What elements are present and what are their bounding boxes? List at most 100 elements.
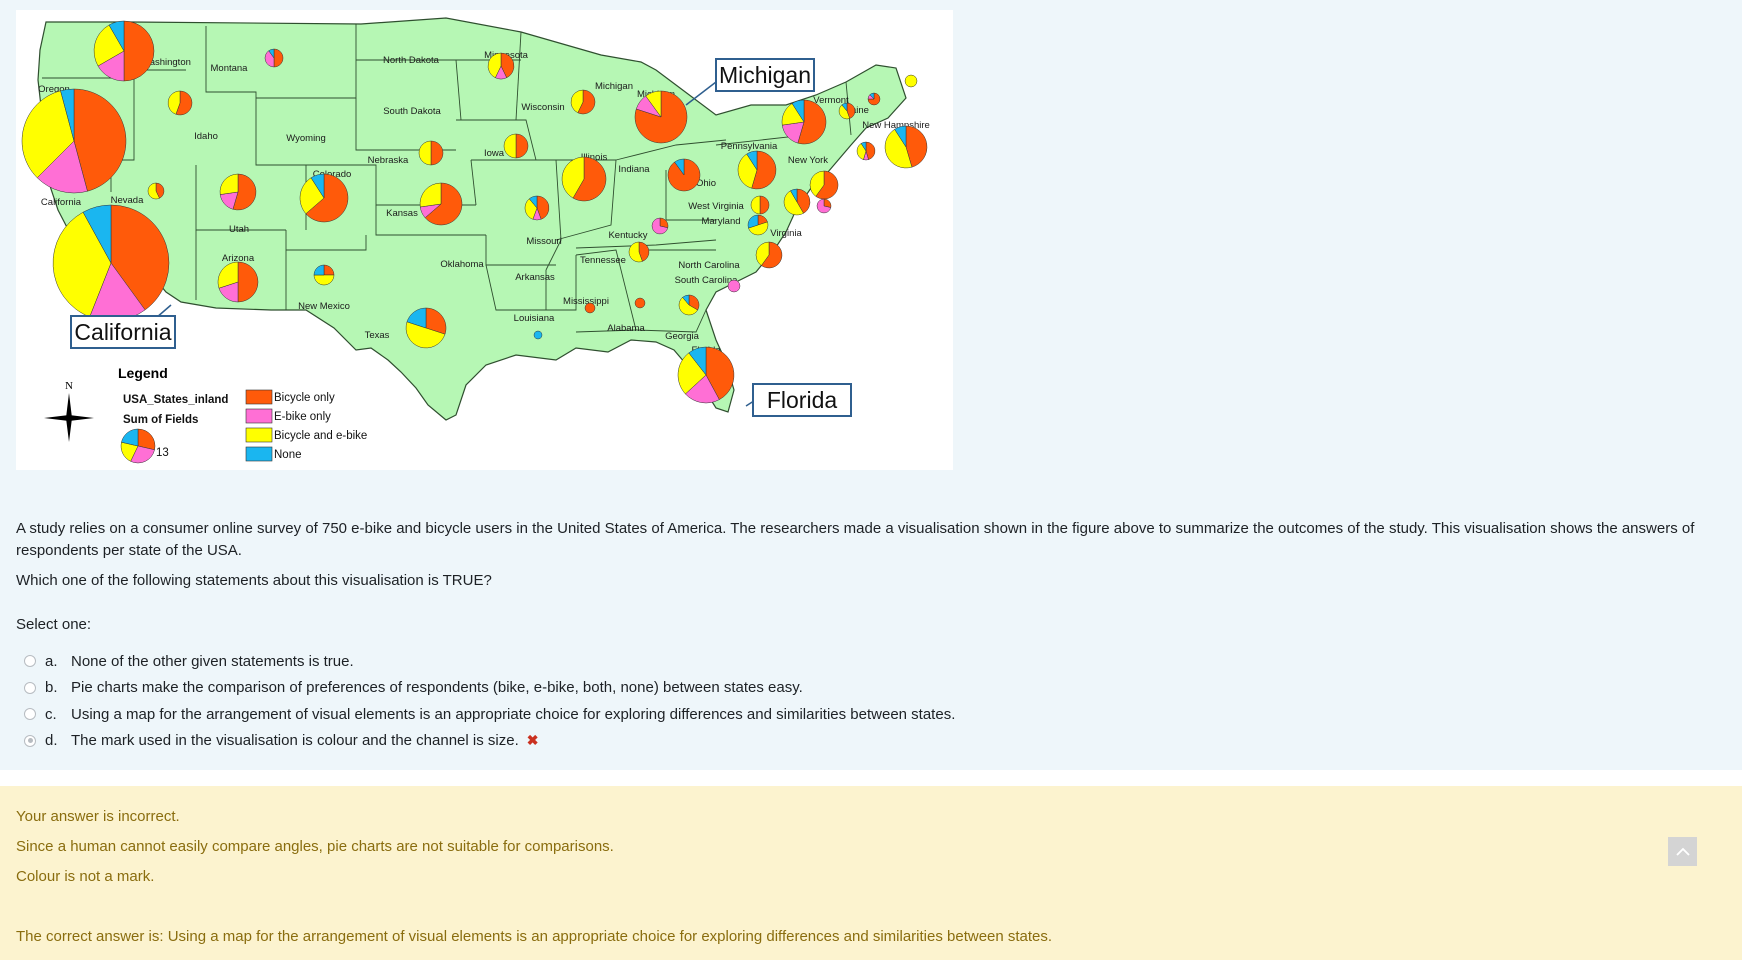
state-label: Nevada — [111, 195, 144, 206]
state-label: Maryland — [701, 216, 740, 227]
state-label: Utah — [229, 224, 249, 235]
svg-text:Florida: Florida — [767, 387, 838, 413]
answer-options: a. None of the other given statements is… — [24, 648, 955, 754]
cross-icon: ✖ — [526, 732, 539, 749]
state-pie-chart — [783, 188, 811, 216]
scroll-to-top-button[interactable] — [1668, 837, 1697, 866]
state-label: North Dakota — [383, 55, 440, 66]
state-label: Idaho — [194, 131, 218, 142]
state-label: Montana — [211, 63, 249, 74]
state-label: Kansas — [386, 208, 418, 219]
state-label: California — [41, 197, 82, 208]
state-label: Virginia — [770, 228, 802, 239]
state-pie-chart — [418, 140, 444, 166]
state-pie-chart — [634, 90, 688, 144]
answer-option-b[interactable]: b. Pie charts make the comparison of pre… — [24, 675, 955, 702]
callout-california: California — [70, 315, 176, 349]
legend-swatch — [245, 446, 273, 462]
svg-text:USA_States_inland: USA_States_inland — [123, 394, 228, 406]
usa-map: WashingtonMontanaOregonNorth DakotaMinne… — [21, 17, 930, 464]
state-pie-chart — [667, 158, 701, 192]
state-pie-chart — [405, 307, 447, 349]
svg-text:N: N — [65, 380, 73, 392]
usa-pie-map-figure: WashingtonMontanaOregonNorth DakotaMinne… — [16, 10, 953, 470]
svg-text:Sum of Fields: Sum of Fields — [123, 414, 198, 426]
question-description: A study relies on a consumer online surv… — [16, 520, 1695, 559]
state-label: Michigan — [595, 81, 633, 92]
state-pie-chart — [634, 297, 646, 309]
state-pie-chart — [677, 346, 735, 404]
state-pie-chart — [419, 182, 463, 226]
legend-label: Bicycle and e-bike — [274, 430, 367, 442]
state-pie-chart — [217, 261, 259, 303]
svg-text:California: California — [74, 319, 171, 345]
state-pie-chart — [21, 88, 127, 194]
state-pie-chart — [867, 92, 881, 106]
state-label: Louisiana — [514, 313, 555, 324]
answer-text: The mark used in the visualisation is co… — [71, 732, 519, 750]
pie-slice — [533, 330, 543, 340]
state-pie-chart — [299, 173, 349, 223]
select-one-label: Select one: — [16, 616, 92, 633]
state-label: Iowa — [484, 148, 505, 159]
chevron-up-icon — [1675, 847, 1690, 856]
state-pie-chart — [313, 264, 335, 286]
state-pie-chart — [219, 173, 257, 211]
state-pie-chart — [737, 150, 777, 190]
pie-slice — [584, 302, 596, 314]
state-pie-chart — [628, 241, 650, 263]
state-label: North Carolina — [678, 260, 740, 271]
radio-d[interactable] — [24, 734, 36, 747]
north-arrow-icon: N — [44, 380, 94, 442]
answer-text: Pie charts make the comparison of prefer… — [71, 679, 803, 697]
correct-answer-text: The correct answer is: Using a map for t… — [16, 928, 1053, 945]
state-pie-chart — [678, 294, 700, 316]
legend-swatch — [245, 408, 273, 424]
answer-letter: a. — [45, 652, 58, 670]
state-pie-chart — [503, 133, 529, 159]
state-label: Kentucky — [608, 230, 647, 241]
answer-letter: b. — [45, 679, 58, 697]
radio-a[interactable] — [24, 655, 36, 668]
question-text: A study relies on a consumer online surv… — [16, 518, 1716, 600]
state-pie-chart — [533, 330, 543, 340]
question-prompt: Which one of the following statements ab… — [16, 572, 492, 589]
state-label: Oklahoma — [440, 259, 484, 270]
state-pie-chart — [651, 217, 669, 235]
state-pie-chart — [750, 195, 770, 215]
answer-letter: d. — [45, 732, 58, 750]
state-pie-chart — [487, 52, 515, 80]
state-label: New York — [788, 155, 828, 166]
state-pie-chart — [167, 90, 193, 116]
answer-option-a[interactable]: a. None of the other given statements is… — [24, 648, 955, 675]
state-label: Alabama — [607, 323, 645, 334]
feedback-line-2: Colour is not a mark. — [16, 868, 155, 885]
state-label: South Dakota — [383, 106, 441, 117]
state-pie-chart — [147, 182, 165, 200]
answer-text: None of the other given statements is tr… — [71, 652, 354, 670]
feedback-panel: Your answer is incorrect. Since a human … — [0, 786, 1742, 960]
state-pie-chart — [584, 302, 596, 314]
state-pie-chart — [120, 428, 156, 464]
state-label: Texas — [365, 330, 390, 341]
state-label: Pennsylvania — [721, 141, 778, 152]
state-label: Indiana — [618, 164, 650, 175]
state-pie-chart — [755, 241, 783, 269]
radio-c[interactable] — [24, 708, 36, 721]
state-pie-chart — [570, 89, 596, 115]
state-pie-chart — [856, 141, 876, 161]
state-label: Arkansas — [515, 272, 555, 283]
svg-text:13: 13 — [156, 447, 169, 459]
state-pie-chart — [838, 102, 856, 120]
feedback-line-1: Since a human cannot easily compare angl… — [16, 838, 614, 855]
legend-swatch — [245, 389, 273, 405]
state-pie-chart — [727, 279, 741, 293]
answer-option-c[interactable]: c. Using a map for the arrangement of vi… — [24, 701, 955, 728]
answer-option-d[interactable]: d. The mark used in the visualisation is… — [24, 728, 955, 755]
radio-b[interactable] — [24, 681, 36, 694]
state-pie-chart — [52, 204, 170, 322]
state-label: Wyoming — [286, 133, 326, 144]
state-pie-chart — [264, 48, 284, 68]
state-label: Missouri — [526, 236, 561, 247]
answer-letter: c. — [45, 705, 57, 723]
